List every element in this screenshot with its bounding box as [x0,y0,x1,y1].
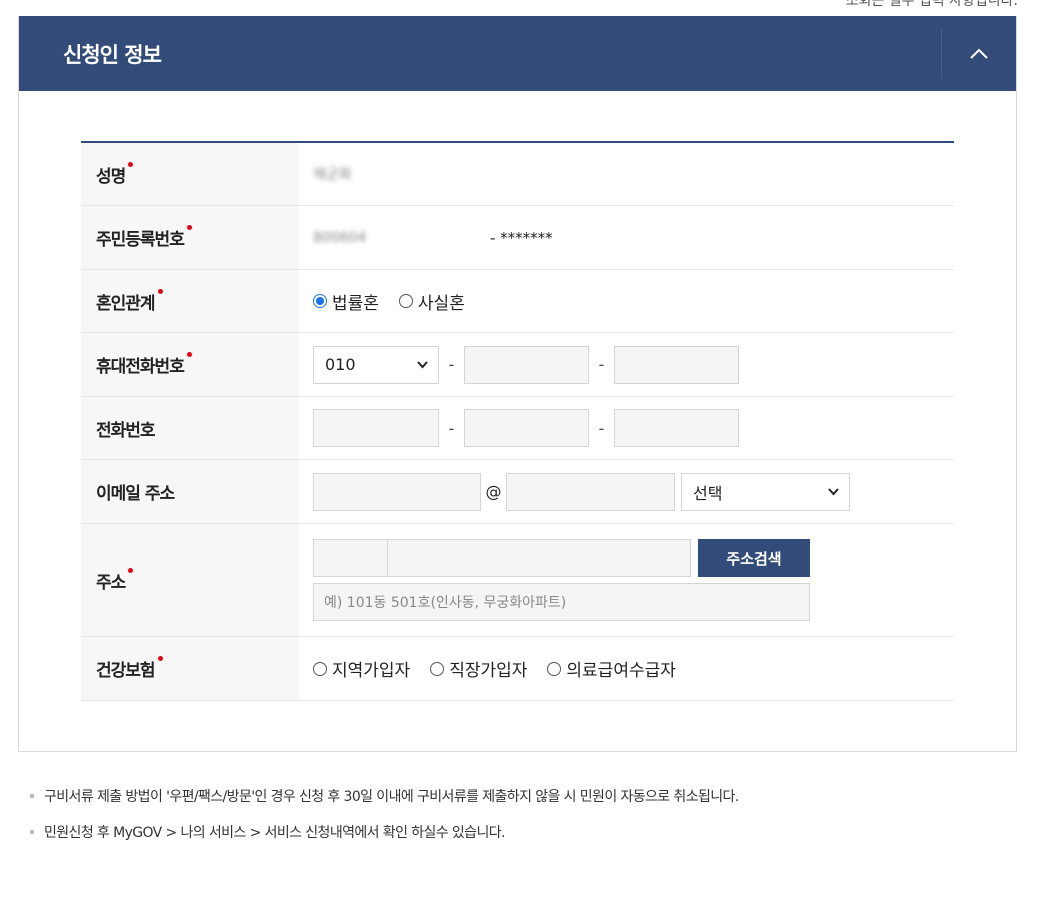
label-cell: 주소 [81,524,299,636]
radio-label: 의료급여수급자 [566,661,676,681]
dash-separator: - [448,418,455,438]
selected-value: 선택 [693,483,723,503]
phone-area-input[interactable] [313,409,439,447]
value-cell: 010 - - [299,333,954,396]
row-mobile: 휴대전화번호 010 - - [81,333,954,397]
phone-middle-input[interactable] [464,409,589,447]
value-cell: @ 선택 [299,460,954,523]
row-phone: 전화번호 - - [81,397,954,460]
email-domain-select[interactable]: 선택 [681,472,850,511]
required-mark [186,352,192,357]
radio-medical-aid-recipient[interactable]: 의료급여수급자 [547,656,676,681]
radio-unchecked-icon [313,661,327,676]
dash-separator: - [448,355,455,374]
rrn-front-value: 800604 [313,229,367,246]
notice-text: 구비서류 제출 방법이 '우편/팩스/방문'인 경우 신청 후 30일 이내에 … [44,789,739,805]
notice-item: 민원신청 후 MyGOV > 나의 서비스 > 서비스 신청내역에서 확인 하실… [30,821,739,843]
radio-regional-subscriber[interactable]: 지역가입자 [313,656,410,681]
label-insurance: 건강보험 [96,661,156,681]
at-sign: @ [485,482,502,501]
row-marriage: 혼인관계 법률혼 사실혼 [81,270,954,333]
value-cell: 800604 - ******* [299,206,954,269]
required-mark [157,656,163,661]
mobile-middle-input[interactable] [464,345,589,384]
value-cell: 지역가입자 직장가입자 의료급여수급자 [299,637,954,700]
dash-separator: - [598,418,605,438]
top-note: 조회는 필수 입력 사항입니다. [845,0,1018,9]
required-mark [157,288,163,294]
applicant-form: 성명 채군화 주민등록번호 800604 - ******* 혼인관계 법률혼 … [81,141,954,701]
row-name: 성명 채군화 [81,143,954,206]
label-cell: 성명 [81,143,299,205]
radio-unchecked-icon [547,661,562,676]
required-mark [128,567,134,573]
mobile-last-input[interactable] [614,345,739,384]
radio-label: 직장가입자 [449,661,528,681]
label-cell: 전화번호 [81,397,299,459]
address-detail-input[interactable]: 예) 101동 501호(인사동, 무궁화아파트) [313,583,810,621]
notice-text: 민원신청 후 MyGOV > 나의 서비스 > 서비스 신청내역에서 확인 하실… [44,825,505,841]
row-rrn: 주민등록번호 800604 - ******* [81,206,954,270]
label-cell: 혼인관계 [81,270,299,332]
label-cell: 주민등록번호 [81,206,299,269]
notice-list: 구비서류 제출 방법이 '우편/팩스/방문'인 경우 신청 후 30일 이내에 … [30,785,739,857]
rrn-back-masked: - ******* [490,228,553,247]
address-search-button[interactable]: 주소검색 [698,539,810,577]
dash-separator: - [598,355,605,374]
bullet-icon [30,830,34,834]
value-cell: 채군화 [299,143,954,205]
label-cell: 이메일 주소 [81,460,299,523]
applicant-info-panel: 신청인 정보 성명 채군화 주민등록번호 800604 - ******* 혼인… [18,16,1017,752]
label-address: 주소 [96,572,126,593]
required-mark [186,225,192,230]
required-mark [128,161,134,167]
value-cell: - - [299,397,954,459]
radio-label: 지역가입자 [332,661,411,681]
label-rrn: 주민등록번호 [96,230,185,250]
panel-header: 신청인 정보 [19,16,1016,91]
notice-item: 구비서류 제출 방법이 '우편/팩스/방문'인 경우 신청 후 30일 이내에 … [30,785,739,807]
collapse-button[interactable] [942,16,1016,91]
label-cell: 건강보험 [81,637,299,700]
chevron-up-icon [970,48,988,59]
radio-common-law-marriage[interactable]: 사실혼 [398,289,465,314]
bullet-icon [30,794,34,798]
radio-label: 법률혼 [332,293,379,314]
label-email: 이메일 주소 [96,484,175,504]
chevron-down-icon [417,360,428,368]
row-address: 주소 주소검색 예) 101동 501호(인사동, 무궁화아파트) [81,524,954,637]
email-id-input[interactable] [313,472,481,511]
mobile-prefix-select[interactable]: 010 [313,345,439,384]
phone-last-input[interactable] [614,409,739,447]
row-email: 이메일 주소 @ 선택 [81,460,954,524]
radio-label: 사실혼 [417,293,465,314]
radio-workplace-subscriber[interactable]: 직장가입자 [430,656,527,681]
email-domain-input[interactable] [506,472,675,511]
label-mobile: 휴대전화번호 [96,357,185,377]
radio-legal-marriage[interactable]: 법률혼 [313,289,379,314]
address-line: 주소검색 [313,539,810,577]
section-title: 신청인 정보 [63,43,162,67]
radio-unchecked-icon [398,294,413,308]
label-marriage: 혼인관계 [96,293,156,314]
zipcode-input[interactable] [313,539,388,577]
address-input[interactable] [388,539,691,577]
name-value: 채군화 [313,167,352,183]
label-name: 성명 [96,166,126,187]
selected-value: 010 [325,355,356,374]
radio-checked-icon [313,294,327,308]
row-insurance: 건강보험 지역가입자 직장가입자 의료급여수급자 [81,637,954,701]
radio-unchecked-icon [430,661,445,676]
value-cell: 주소검색 예) 101동 501호(인사동, 무궁화아파트) [299,524,954,636]
value-cell: 법률혼 사실혼 [299,270,954,332]
label-cell: 휴대전화번호 [81,333,299,396]
chevron-down-icon [828,487,839,495]
label-phone: 전화번호 [96,420,156,441]
